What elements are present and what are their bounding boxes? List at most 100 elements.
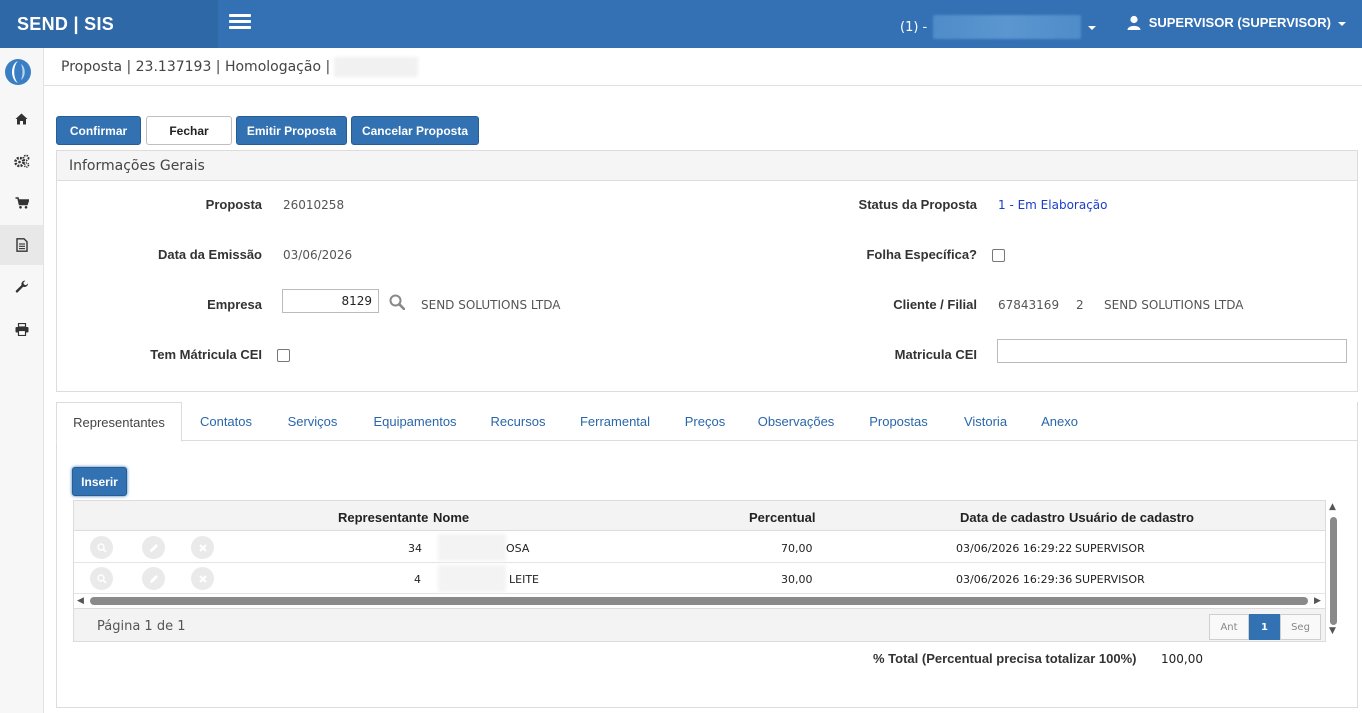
proposal-value: 26010258 xyxy=(283,198,345,212)
sidebar-item-print[interactable] xyxy=(0,309,43,349)
panel-title: Informações Gerais xyxy=(57,151,1357,181)
tab-observacoes[interactable]: Observações xyxy=(741,402,851,441)
cell-usuario: SUPERVISOR xyxy=(1075,542,1145,555)
proposal-label: Proposta xyxy=(205,197,262,212)
tab-equipamentos[interactable]: Equipamentos xyxy=(355,402,475,441)
specific-sheet-checkbox[interactable] xyxy=(992,249,1005,262)
view-icon[interactable] xyxy=(90,567,113,590)
tab-propostas[interactable]: Propostas xyxy=(851,402,946,441)
top-bar: SEND | SIS (1) - SUPERVISOR (SUPERVISOR) xyxy=(0,0,1362,48)
company-name: SEND SOLUTIONS LTDA xyxy=(421,298,561,312)
menu-toggle-icon[interactable] xyxy=(229,14,251,30)
grid-header: Representante Nome Percentual Data de ca… xyxy=(74,501,1325,531)
col-data-cadastro[interactable]: Data de cadastro xyxy=(960,510,1065,525)
tab-anexo[interactable]: Anexo xyxy=(1025,402,1094,441)
total-value: 100,00 xyxy=(1161,652,1203,666)
next-page-button[interactable]: Seg xyxy=(1280,614,1321,640)
tab-servicos[interactable]: Serviços xyxy=(270,402,355,441)
has-cei-checkbox[interactable] xyxy=(277,349,290,362)
cell-percentual: 70,00 xyxy=(781,542,813,555)
client-code: 67843169 xyxy=(998,298,1060,312)
insert-button[interactable]: Inserir xyxy=(72,467,127,496)
document-icon xyxy=(15,238,28,252)
page-title: Proposta | 23.137193 | Homologação | xyxy=(61,58,331,75)
edit-icon[interactable] xyxy=(142,536,165,559)
sidebar xyxy=(0,48,44,713)
emission-date-value: 03/06/2026 xyxy=(283,248,353,262)
col-nome[interactable]: Nome xyxy=(433,510,469,525)
page-1-button[interactable]: 1 xyxy=(1249,614,1280,640)
cell-data-cadastro: 03/06/2026 16:29:22 xyxy=(956,542,1073,555)
chevron-down-icon xyxy=(1338,21,1346,26)
tab-precos[interactable]: Preços xyxy=(669,402,741,441)
col-usuario-cadastro[interactable]: Usuário de cadastro xyxy=(1069,510,1194,525)
sidebar-item-tools[interactable] xyxy=(0,267,43,307)
home-icon xyxy=(15,113,28,125)
sidebar-item-proposals[interactable] xyxy=(0,225,43,265)
total-label: % Total (Percentual precisa totalizar 10… xyxy=(873,651,1137,666)
print-icon xyxy=(15,322,28,336)
brand-logo[interactable]: SEND | SIS xyxy=(0,0,218,48)
company-prefix: (1) - xyxy=(900,19,928,35)
col-percentual[interactable]: Percentual xyxy=(749,510,815,525)
cancel-proposal-button[interactable]: Cancelar Proposta xyxy=(351,116,479,145)
pager-text: Página 1 de 1 xyxy=(97,619,186,634)
search-icon[interactable] xyxy=(389,294,405,310)
specific-sheet-label: Folha Específica? xyxy=(866,247,977,262)
company-label: Empresa xyxy=(207,297,262,312)
client-branch-label: Cliente / Filial xyxy=(893,297,977,312)
table-row[interactable]: 34 OSA 70,00 03/06/2026 16:29:22 SUPERVI… xyxy=(74,532,1325,563)
scroll-up-icon[interactable]: ▲ xyxy=(1329,502,1336,512)
close-button[interactable]: Fechar xyxy=(146,116,232,145)
confirm-button[interactable]: Confirmar xyxy=(56,116,141,145)
tab-representantes[interactable]: Representantes xyxy=(56,402,182,442)
page-header: Proposta | 23.137193 | Homologação | xyxy=(44,48,1362,86)
representatives-grid: Representante Nome Percentual Data de ca… xyxy=(73,500,1326,642)
delete-icon[interactable] xyxy=(191,536,214,559)
cell-usuario: SUPERVISOR xyxy=(1075,573,1145,586)
chevron-down-icon xyxy=(1088,26,1097,30)
tab-ferramental[interactable]: Ferramental xyxy=(561,402,669,441)
user-menu[interactable]: SUPERVISOR (SUPERVISOR) xyxy=(1127,15,1346,30)
scroll-left-icon[interactable]: ◀ xyxy=(77,596,84,606)
cart-icon xyxy=(15,197,29,209)
prev-page-button[interactable]: Ant xyxy=(1209,614,1249,640)
company-code-input[interactable]: 8129 xyxy=(282,289,379,313)
wrench-icon xyxy=(15,280,28,293)
cei-registration-label: Matricula CEI xyxy=(894,347,977,362)
emission-date-label: Data da Emissão xyxy=(157,247,262,262)
emit-proposal-button[interactable]: Emitir Proposta xyxy=(236,116,347,145)
col-representante[interactable]: Representante xyxy=(338,510,428,525)
client-name: SEND SOLUTIONS LTDA xyxy=(1104,298,1244,312)
company-name-redacted xyxy=(933,15,1082,39)
tab-vistoria[interactable]: Vistoria xyxy=(946,402,1025,441)
company-selector[interactable]: (1) - xyxy=(900,15,1097,39)
user-icon xyxy=(1127,15,1141,30)
status-value: 1 - Em Elaboração xyxy=(998,198,1108,212)
tab-bar: Representantes Contatos Serviços Equipam… xyxy=(56,402,1358,442)
delete-icon[interactable] xyxy=(191,567,214,590)
sidebar-item-cart[interactable] xyxy=(0,183,43,223)
vertical-scrollbar[interactable]: ▲ ▼ xyxy=(1328,502,1340,640)
edit-icon[interactable] xyxy=(142,567,165,590)
has-cei-label: Tem Mátricula CEI xyxy=(150,347,262,362)
app-logo-icon[interactable] xyxy=(4,58,32,86)
table-row[interactable]: 4 LEITE 30,00 03/06/2026 16:29:36 SUPERV… xyxy=(74,563,1325,594)
cell-representante: 34 xyxy=(408,542,422,555)
scroll-down-icon[interactable]: ▼ xyxy=(1329,626,1336,636)
sidebar-item-settings[interactable] xyxy=(0,141,43,181)
redacted-title-part xyxy=(334,56,419,77)
cell-nome: LEITE xyxy=(509,573,539,586)
scrollbar-thumb[interactable] xyxy=(90,597,1308,605)
view-icon[interactable] xyxy=(90,536,113,559)
tab-recursos[interactable]: Recursos xyxy=(475,402,561,441)
user-name: SUPERVISOR (SUPERVISOR) xyxy=(1148,15,1331,30)
horizontal-scrollbar[interactable]: ◀ ▶ xyxy=(74,594,1325,608)
scroll-right-icon[interactable]: ▶ xyxy=(1314,596,1321,606)
cei-registration-input[interactable] xyxy=(997,339,1347,363)
cell-representante: 4 xyxy=(414,573,421,586)
tab-contatos[interactable]: Contatos xyxy=(182,402,270,441)
redacted-name xyxy=(438,565,506,592)
sidebar-item-home[interactable] xyxy=(0,99,43,139)
scrollbar-thumb[interactable] xyxy=(1330,517,1337,625)
